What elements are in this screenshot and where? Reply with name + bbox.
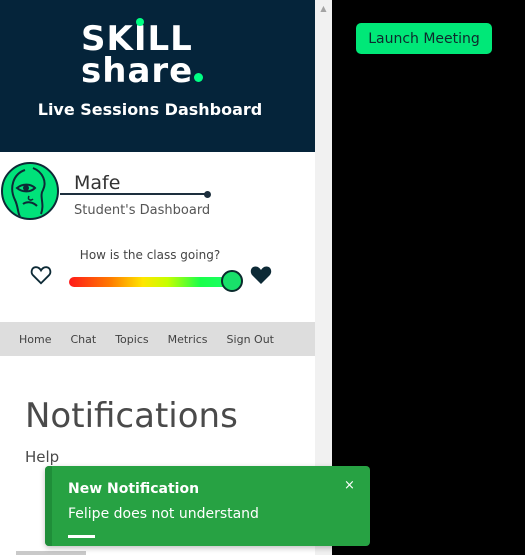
header: SKILL share Live Sessions Dashboard: [0, 0, 315, 152]
username: Mafe: [74, 172, 121, 194]
horizontal-scrollbar[interactable]: [16, 551, 86, 555]
toast-progress-bar: [68, 535, 95, 538]
rating-question: How is the class going?: [79, 248, 221, 262]
toast-title: New Notification: [68, 481, 200, 497]
slider-thumb[interactable]: [221, 270, 243, 292]
logo-dot-end: [194, 73, 204, 82]
nav-item-chat[interactable]: Chat: [70, 333, 96, 346]
avatar: [1, 162, 59, 220]
notification-toast[interactable]: New Notification Felipe does not underst…: [45, 466, 370, 546]
nav-item-home[interactable]: Home: [19, 333, 51, 346]
name-underline-dot: [204, 191, 211, 198]
logo-text-bottom: share: [81, 54, 241, 88]
help-link[interactable]: Help: [25, 448, 59, 466]
class-rating-slider[interactable]: [69, 277, 233, 287]
user-role: Student's Dashboard: [74, 203, 211, 218]
nav-bar: Home Chat Topics Metrics Sign Out: [0, 322, 315, 356]
close-icon[interactable]: ×: [344, 478, 355, 493]
nav-item-metrics[interactable]: Metrics: [168, 333, 208, 346]
heart-outline-icon[interactable]: [30, 264, 52, 286]
notifications-heading: Notifications: [25, 396, 238, 436]
toast-message: Felipe does not understand: [68, 506, 259, 522]
scroll-up-arrow-icon[interactable]: ▲: [315, 2, 332, 14]
toast-accent-bar: [45, 466, 52, 546]
skillshare-logo: SKILL share: [81, 18, 241, 88]
face-line-art-icon: [11, 167, 46, 218]
launch-meeting-button[interactable]: Launch Meeting: [356, 23, 492, 54]
nav-item-sign-out[interactable]: Sign Out: [227, 333, 274, 346]
page-title: Live Sessions Dashboard: [37, 100, 263, 119]
logo-dot: [136, 18, 144, 26]
nav-item-topics[interactable]: Topics: [115, 333, 148, 346]
logo-text-share: share: [81, 51, 194, 91]
heart-filled-icon[interactable]: [249, 264, 273, 286]
